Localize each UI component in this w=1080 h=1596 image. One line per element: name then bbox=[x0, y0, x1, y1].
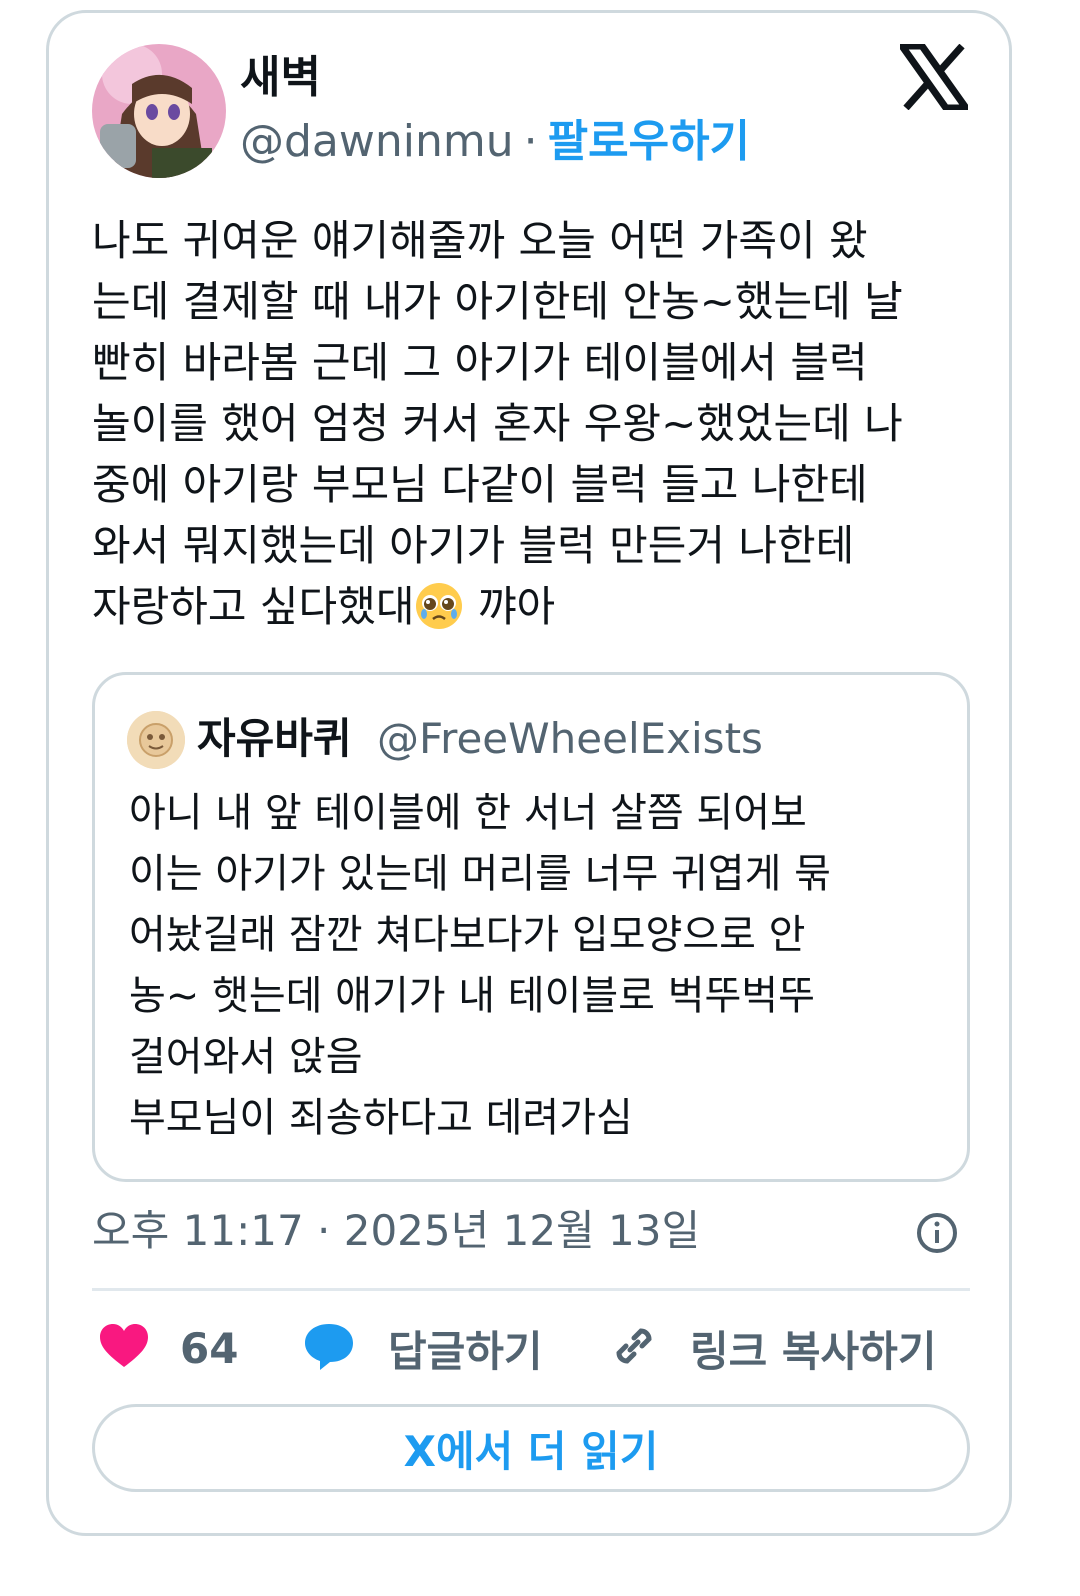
like-button[interactable]: 64 bbox=[98, 1315, 238, 1381]
follow-button[interactable]: 팔로우하기 bbox=[548, 116, 750, 167]
post-text-main: 나도 귀여운 얘기해줄까 오늘 어떤 가족이 왔 는데 결제할 때 내가 아기한… bbox=[92, 216, 903, 631]
post-text-tail: 꺄아 bbox=[464, 582, 556, 631]
quoted-author-handle: @FreeWheelExists bbox=[377, 714, 763, 763]
author-handle-row: @dawninmu · 팔로우하기 bbox=[240, 112, 750, 172]
quoted-post[interactable]: 자유바퀴 @FreeWheelExists 아니 내 앞 테이블에 한 서너 살… bbox=[92, 672, 970, 1182]
speech-bubble-icon bbox=[302, 1321, 356, 1375]
post-timestamp[interactable]: 오후 11:17 · 2025년 12월 13일 bbox=[92, 1200, 700, 1262]
x-logo-icon[interactable] bbox=[895, 42, 973, 112]
author-avatar[interactable] bbox=[92, 44, 226, 178]
quoted-author-avatar bbox=[127, 711, 185, 769]
post-text: 나도 귀여운 얘기해줄까 오늘 어떤 가족이 왔 는데 결제할 때 내가 아기한… bbox=[92, 210, 982, 637]
author-handle[interactable]: @dawninmu bbox=[240, 116, 514, 167]
reply-label: 답글하기 bbox=[388, 1326, 543, 1376]
action-bar: 64 답글하기 링크 복사하기 bbox=[92, 1315, 970, 1381]
separator-dot: · bbox=[523, 116, 538, 167]
read-more-on-x-button[interactable]: X에서 더 읽기 bbox=[92, 1404, 970, 1492]
reply-button[interactable]: 답글하기 bbox=[302, 1315, 543, 1381]
info-icon[interactable] bbox=[916, 1212, 958, 1254]
link-icon bbox=[608, 1320, 660, 1376]
copy-link-button[interactable]: 링크 복사하기 bbox=[608, 1315, 936, 1381]
copy-link-label: 링크 복사하기 bbox=[690, 1326, 937, 1376]
heart-icon bbox=[98, 1323, 150, 1373]
divider bbox=[92, 1288, 970, 1291]
author-display-name[interactable]: 새벽 bbox=[240, 48, 321, 108]
pleading-face-emoji-icon bbox=[414, 581, 464, 631]
quoted-post-text: 아니 내 앞 테이블에 한 서너 살쯤 되어보 이는 아기가 있는데 머리를 너… bbox=[129, 790, 831, 1141]
quoted-author-name: 자유바퀴 bbox=[197, 714, 352, 763]
read-more-label: X에서 더 읽기 bbox=[403, 1426, 659, 1476]
like-count: 64 bbox=[180, 1323, 239, 1373]
